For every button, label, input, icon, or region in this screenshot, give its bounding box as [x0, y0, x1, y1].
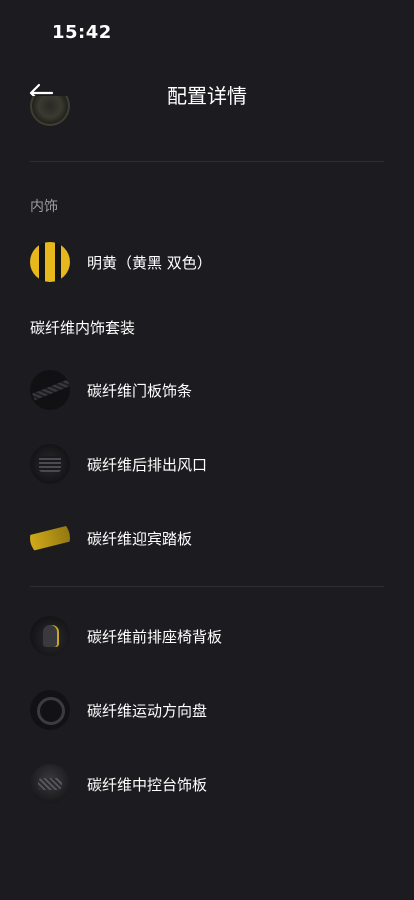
item-label: 碳纤维中控台饰板: [87, 775, 208, 794]
item-label: 碳纤维迎宾踏板: [87, 529, 193, 548]
status-time: 15:42: [52, 22, 112, 43]
steering-wheel-thumbnail: [30, 690, 70, 730]
divider: [30, 161, 384, 162]
item-label: 碳纤维运动方向盘: [87, 701, 208, 720]
divider: [30, 586, 384, 587]
interior-color-label: 明黄（黄黑 双色）: [87, 253, 212, 272]
section-label-interior: 内饰: [30, 199, 58, 215]
carbon-kit-title: 碳纤维内饰套装: [30, 319, 136, 337]
item-label: 碳纤维前排座椅背板: [87, 627, 223, 646]
item-label: 碳纤维后排出风口: [87, 455, 208, 474]
rear-air-vent-thumbnail: [30, 444, 70, 484]
item-label: 碳纤维门板饰条: [87, 381, 193, 400]
list-item-steering-wheel[interactable]: 碳纤维运动方向盘: [30, 688, 384, 732]
yellow-black-swatch-icon: [30, 242, 70, 282]
list-item-seat-back[interactable]: 碳纤维前排座椅背板: [30, 614, 384, 658]
list-item-center-console[interactable]: 碳纤维中控台饰板: [30, 762, 384, 806]
list-item-rear-vent[interactable]: 碳纤维后排出风口: [30, 442, 384, 486]
status-bar: 15:42: [0, 0, 414, 64]
interior-color-option[interactable]: 明黄（黄黑 双色）: [30, 240, 384, 284]
door-sill-thumbnail: [30, 518, 70, 558]
seat-back-thumbnail: [30, 616, 70, 656]
center-console-thumbnail: [30, 764, 70, 804]
list-item-door-sill[interactable]: 碳纤维迎宾踏板: [30, 516, 384, 560]
list-item-door-trim[interactable]: 碳纤维门板饰条: [30, 368, 384, 412]
door-trim-thumbnail: [30, 370, 70, 410]
wheel-thumbnail-partial: [30, 96, 70, 132]
